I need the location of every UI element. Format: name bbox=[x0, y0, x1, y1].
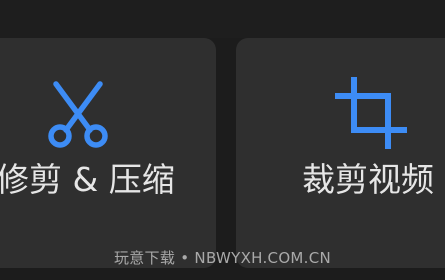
watermark-text: 玩意下载 • NBWYXH.COM.CN bbox=[113, 249, 332, 267]
crop-video-tile[interactable]: 裁剪视频 bbox=[236, 38, 445, 268]
crop-video-label: 裁剪视频 bbox=[302, 160, 434, 199]
crop-icon bbox=[335, 77, 407, 149]
trim-compress-tile[interactable]: 修剪 & 压缩 bbox=[0, 38, 216, 268]
top-strip bbox=[0, 0, 445, 38]
trim-compress-label: 修剪 & 压缩 bbox=[0, 160, 175, 199]
screen: 修剪 & 压缩 裁剪视频 玩意下载 • NBWYXH.COM.CN bbox=[0, 0, 445, 280]
scissors-icon bbox=[48, 81, 108, 148]
